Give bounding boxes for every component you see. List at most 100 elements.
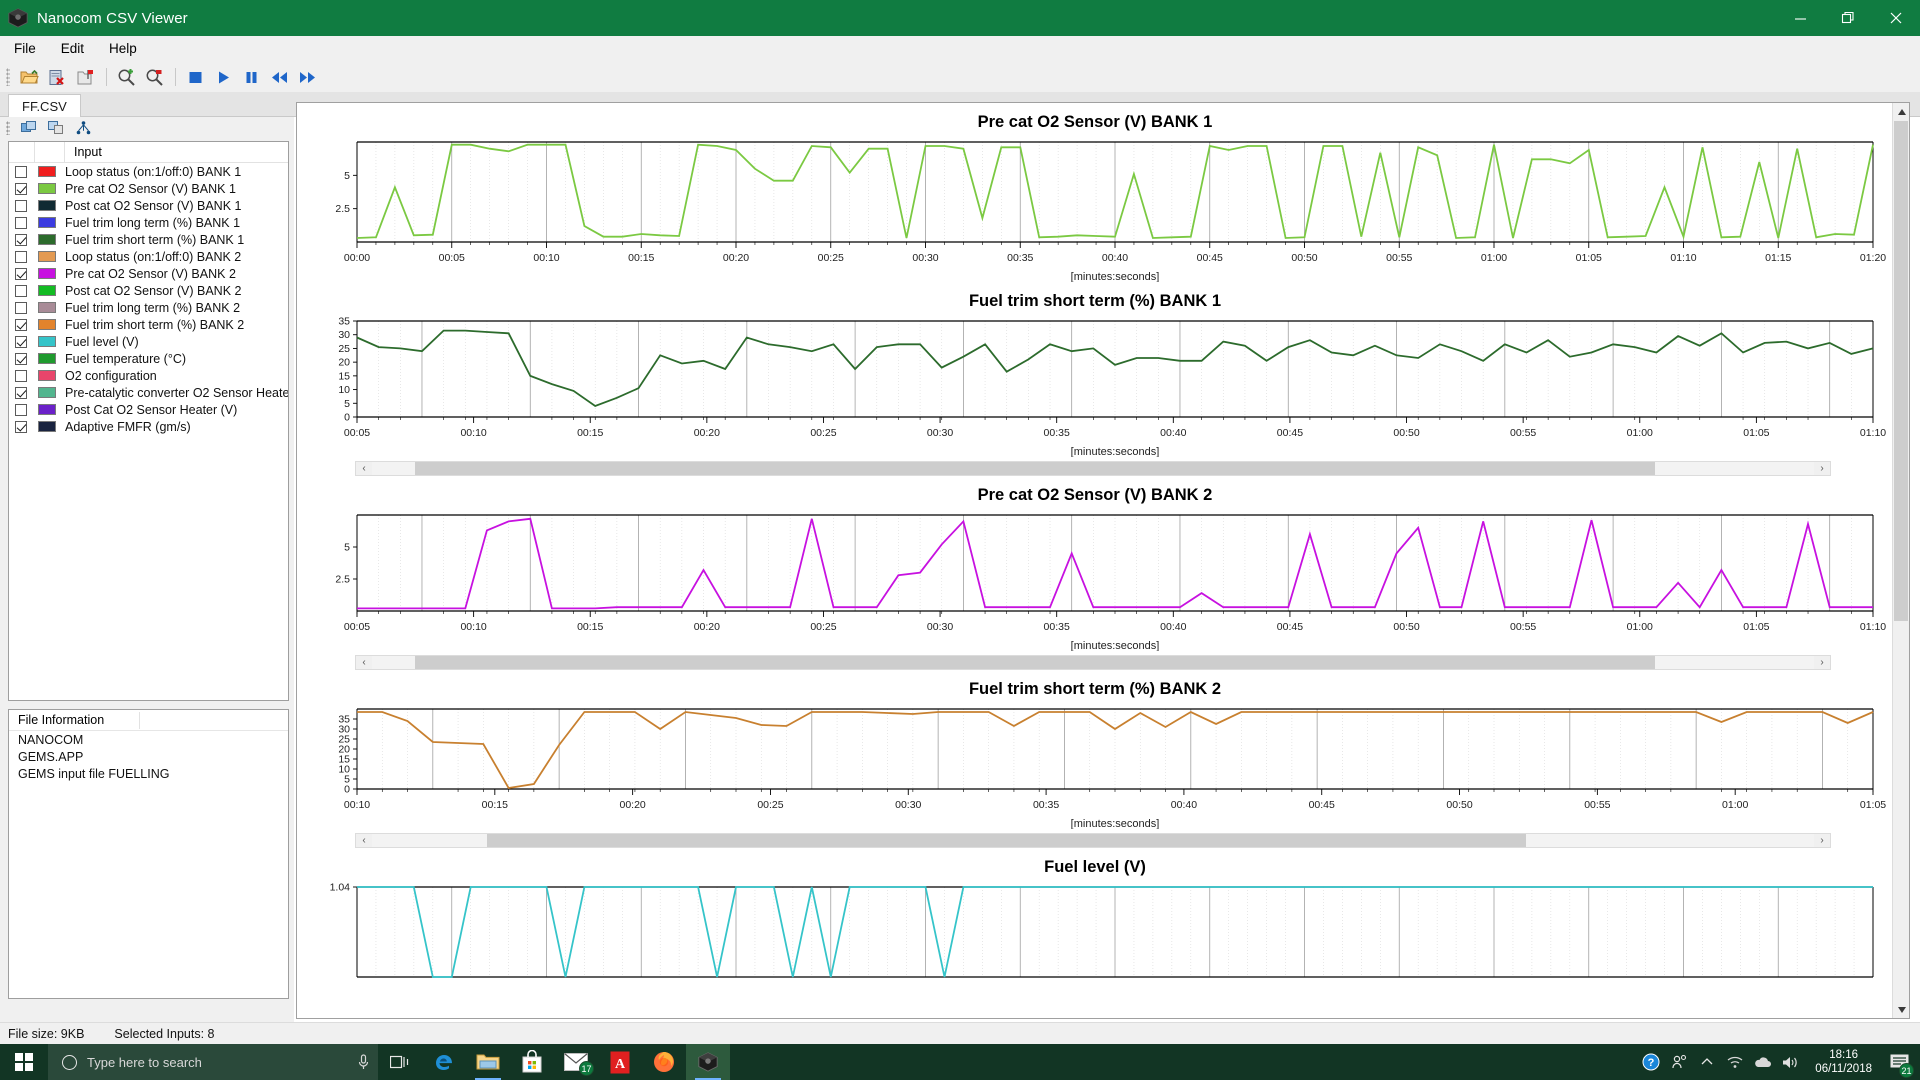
input-list-item[interactable]: O2 configuration (9, 367, 288, 384)
input-list-item[interactable]: Pre cat O2 Sensor (V) BANK 1 (9, 180, 288, 197)
taskbar-clock[interactable]: 18:16 06/11/2018 (1805, 1048, 1882, 1076)
input-checkbox[interactable] (15, 267, 27, 280)
series-color-swatch[interactable] (38, 234, 56, 245)
input-checkbox[interactable] (15, 318, 27, 331)
volume-icon[interactable] (1777, 1044, 1805, 1080)
open-folder-icon[interactable] (16, 64, 42, 90)
series-color-swatch[interactable] (38, 319, 56, 330)
scroll-thumb[interactable] (415, 462, 1656, 475)
series-color-swatch[interactable] (38, 166, 56, 177)
input-checkbox[interactable] (15, 199, 27, 212)
input-checkbox[interactable] (15, 335, 27, 348)
scroll-track[interactable] (372, 834, 1814, 847)
onedrive-icon[interactable] (1749, 1044, 1777, 1080)
input-toolbar-grip[interactable] (6, 121, 10, 135)
scroll-down-arrow[interactable] (1893, 1001, 1909, 1018)
vertical-scroll-thumb[interactable] (1894, 121, 1908, 621)
input-list-item[interactable]: Fuel trim long term (%) BANK 2 (9, 299, 288, 316)
search-box[interactable]: Type here to search (48, 1044, 378, 1080)
scroll-track[interactable] (372, 656, 1814, 669)
input-checkbox[interactable] (15, 165, 27, 178)
scroll-thumb[interactable] (415, 656, 1656, 669)
close-button[interactable] (1872, 0, 1920, 36)
input-checkbox[interactable] (15, 420, 27, 433)
series-color-swatch[interactable] (38, 268, 56, 279)
series-color-swatch[interactable] (38, 285, 56, 296)
task-view-icon[interactable] (378, 1044, 422, 1080)
input-checkbox[interactable] (15, 301, 27, 314)
series-color-swatch[interactable] (38, 421, 56, 432)
series-color-swatch[interactable] (38, 183, 56, 194)
series-color-swatch[interactable] (38, 404, 56, 415)
input-checkbox[interactable] (15, 182, 27, 195)
series-color-swatch[interactable] (38, 302, 56, 313)
flag-folder-icon[interactable] (72, 64, 98, 90)
series-color-swatch[interactable] (38, 370, 56, 381)
play-icon[interactable] (210, 64, 236, 90)
input-list-item[interactable]: Pre cat O2 Sensor (V) BANK 2 (9, 265, 288, 282)
firefox-icon[interactable] (642, 1044, 686, 1080)
help-icon[interactable]: ? (1637, 1044, 1665, 1080)
series-color-swatch[interactable] (38, 336, 56, 347)
people-icon[interactable] (1665, 1044, 1693, 1080)
scroll-left-arrow[interactable]: ‹ (356, 835, 372, 846)
series-color-swatch[interactable] (38, 200, 56, 211)
toolbar-grip[interactable] (6, 68, 10, 86)
input-checkbox[interactable] (15, 216, 27, 229)
chart-horizontal-scrollbar[interactable]: ‹ › (355, 655, 1831, 670)
fast-forward-icon[interactable] (294, 64, 320, 90)
maximize-button[interactable] (1824, 0, 1872, 36)
input-list-item[interactable]: Fuel trim long term (%) BANK 1 (9, 214, 288, 231)
scroll-thumb[interactable] (487, 834, 1526, 847)
minimize-button[interactable] (1776, 0, 1824, 36)
deselect-all-icon[interactable] (44, 118, 68, 138)
menu-help[interactable]: Help (98, 37, 148, 60)
chart-plot[interactable]: 1.04 (299, 881, 1895, 1017)
input-list-item[interactable]: Adaptive FMFR (gm/s) (9, 418, 288, 435)
tab-ff-csv[interactable]: FF.CSV (8, 94, 81, 117)
mail-icon[interactable]: 17 (554, 1044, 598, 1080)
input-checkbox[interactable] (15, 386, 27, 399)
input-checkbox[interactable] (15, 284, 27, 297)
input-list-item[interactable]: Loop status (on:1/off:0) BANK 2 (9, 248, 288, 265)
show-hidden-icons-chevron[interactable] (1693, 1044, 1721, 1080)
chart-plot[interactable]: 2.5 5 00:05 00:10 00:15 00:20 00:25 00:30 00:35 0… (299, 509, 1895, 651)
input-list-item[interactable]: Fuel temperature (°C) (9, 350, 288, 367)
scroll-left-arrow[interactable]: ‹ (356, 657, 372, 668)
input-list-item[interactable]: Post Cat O2 Sensor Heater (V) (9, 401, 288, 418)
delete-file-icon[interactable] (44, 64, 70, 90)
start-button[interactable] (0, 1044, 48, 1080)
zoom-in-icon[interactable] (113, 64, 139, 90)
input-list-item[interactable]: Fuel level (V) (9, 333, 288, 350)
series-color-swatch[interactable] (38, 251, 56, 262)
menu-file[interactable]: File (3, 37, 47, 60)
chart-plot[interactable]: 0510152025303500:10 00:15 00:20 00:25 00:30 0… (299, 703, 1895, 829)
chart-area-vertical-scrollbar[interactable] (1892, 103, 1909, 1018)
pause-icon[interactable] (238, 64, 264, 90)
scroll-right-arrow[interactable]: › (1814, 657, 1830, 668)
input-checkbox[interactable] (15, 369, 27, 382)
input-list-item[interactable]: Post cat O2 Sensor (V) BANK 2 (9, 282, 288, 299)
chart-plot[interactable]: 0 5 10 1520 25 3035 00:05 00:10 00:15 00:20 00:25 0… (299, 315, 1895, 458)
scroll-up-arrow[interactable] (1893, 103, 1909, 120)
rewind-icon[interactable] (266, 64, 292, 90)
input-checkbox[interactable] (15, 233, 27, 246)
series-color-swatch[interactable] (38, 387, 56, 398)
zoom-out-icon[interactable] (141, 64, 167, 90)
scroll-left-arrow[interactable]: ‹ (356, 463, 372, 474)
scroll-right-arrow[interactable]: › (1814, 463, 1830, 474)
input-list-item[interactable]: Fuel trim short term (%) BANK 1 (9, 231, 288, 248)
stop-icon[interactable] (182, 64, 208, 90)
series-color-swatch[interactable] (38, 353, 56, 364)
input-list-item[interactable]: Loop status (on:1/off:0) BANK 1 (9, 163, 288, 180)
scroll-track[interactable] (372, 462, 1814, 475)
chart-horizontal-scrollbar[interactable]: ‹ › (355, 461, 1831, 476)
input-checkbox[interactable] (15, 250, 27, 263)
microsoft-store-icon[interactable] (510, 1044, 554, 1080)
chart-horizontal-scrollbar[interactable]: ‹ › (355, 833, 1831, 848)
scroll-right-arrow[interactable]: › (1814, 835, 1830, 846)
file-explorer-icon[interactable] (466, 1044, 510, 1080)
nanocom-icon[interactable] (686, 1044, 730, 1080)
input-list-item[interactable]: Pre-catalytic converter O2 Sensor Heater… (9, 384, 288, 401)
select-all-icon[interactable] (17, 118, 41, 138)
